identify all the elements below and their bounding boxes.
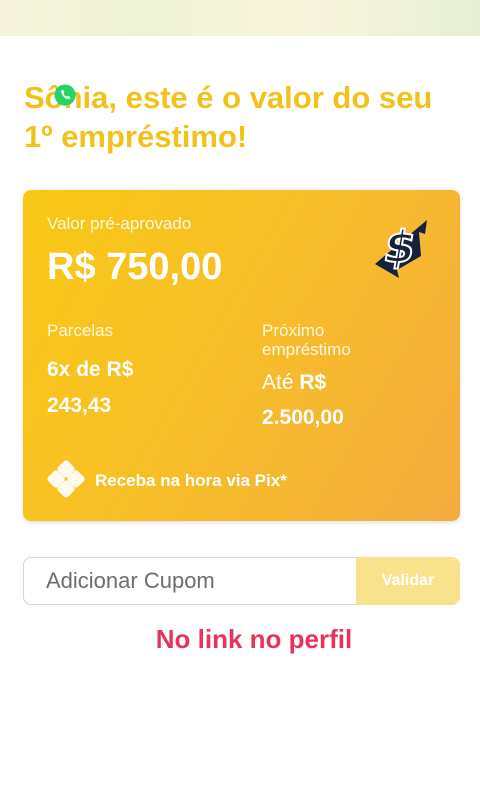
- validate-button[interactable]: Validar: [356, 557, 460, 605]
- next-loan-prefix-line: Até R$: [262, 370, 326, 396]
- svg-text:$: $: [380, 222, 420, 273]
- installments-value: 6x de R$ 243,43: [47, 352, 217, 424]
- whatsapp-icon[interactable]: [52, 82, 78, 108]
- page-title: Sônia, este é o valor do seu 1º emprésti…: [24, 80, 433, 154]
- installments-amount: 243,43: [47, 394, 112, 417]
- pix-text: Receba na hora via Pix*: [95, 471, 287, 490]
- loan-offer-card: Valor pré-aprovado R$ 750,00 $ Parcelas …: [23, 190, 460, 521]
- next-loan-currency: R$: [299, 371, 327, 394]
- pix-icon: [47, 460, 85, 498]
- pre-approved-label: Valor pré-aprovado: [47, 214, 192, 233]
- next-loan-label: Próximo empréstimo: [262, 321, 351, 359]
- installments-count: 6x de R$: [47, 358, 134, 381]
- next-loan-prefix: Até: [262, 371, 294, 394]
- installments-label: Parcelas: [47, 321, 114, 340]
- top-banner-strip: [0, 0, 480, 36]
- coupon-input[interactable]: [23, 557, 356, 605]
- next-loan-value: 2.500,00: [262, 406, 344, 429]
- coupon-form: Validar: [23, 557, 460, 607]
- footer-note: No link no perfil: [155, 624, 353, 654]
- dollar-logo-icon: $: [375, 220, 427, 278]
- loan-amount: R$ 750,00: [47, 246, 223, 288]
